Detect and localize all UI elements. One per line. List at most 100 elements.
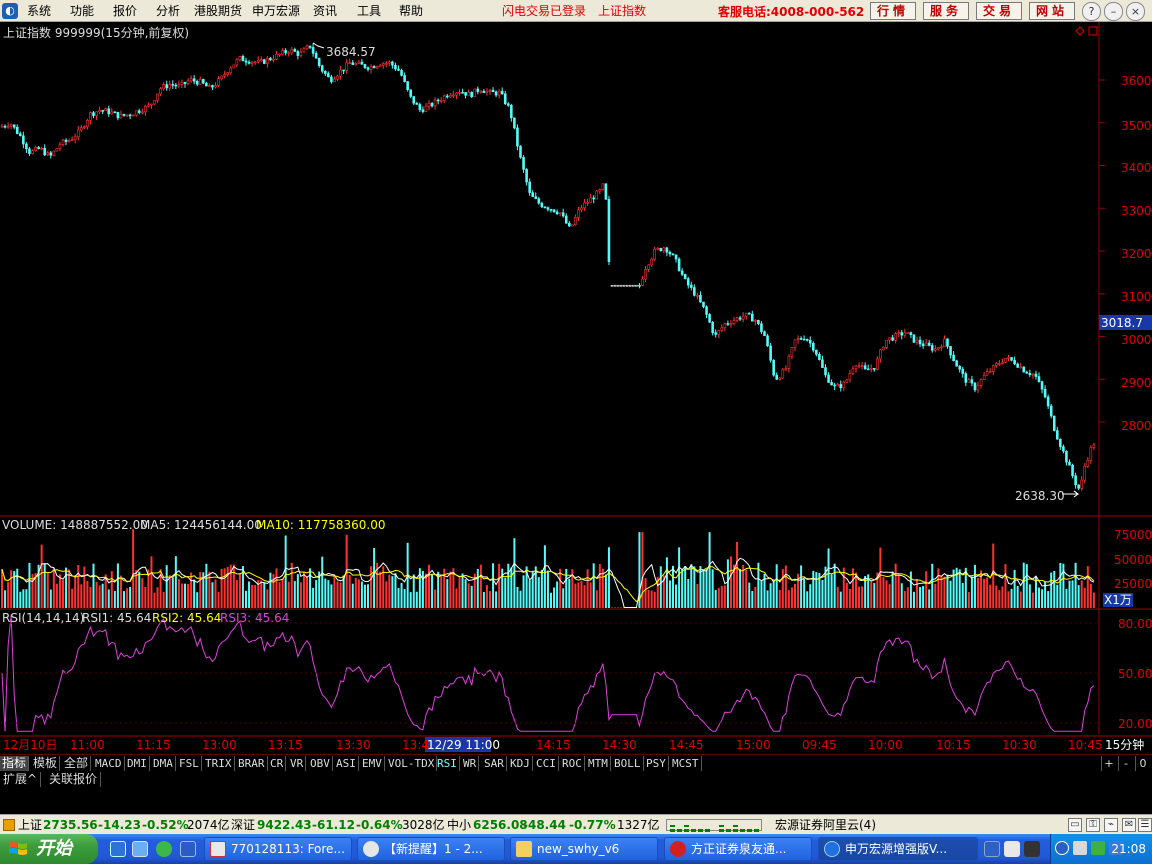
- kline-chart[interactable]: [0, 22, 1152, 756]
- candle-body: [455, 92, 458, 96]
- task-swhy[interactable]: 申万宏源增强版V...: [818, 837, 978, 861]
- volume-bar: [7, 582, 10, 608]
- volume-bar: [784, 565, 787, 608]
- tab-vr[interactable]: VR: [288, 756, 307, 771]
- remove-indicator-button[interactable]: -: [1118, 756, 1133, 771]
- menu-analysis[interactable]: 分析: [156, 3, 180, 19]
- tab-kdj[interactable]: KDJ: [508, 756, 533, 771]
- tab-emv[interactable]: EMV: [360, 756, 385, 771]
- tray-network-icon[interactable]: [984, 841, 1000, 857]
- ticker-window-icon[interactable]: ▭: [1068, 818, 1082, 832]
- tab-dma[interactable]: DMA: [151, 756, 176, 771]
- tab-dmi[interactable]: DMI: [125, 756, 150, 771]
- swhy-icon: [824, 841, 840, 857]
- add-indicator-button[interactable]: +: [1101, 756, 1116, 771]
- candle-body: [665, 247, 669, 253]
- tab-template[interactable]: 模板: [31, 756, 61, 771]
- tray-shield-icon[interactable]: [1091, 841, 1105, 855]
- nav-quotes-button[interactable]: 行情: [870, 2, 916, 20]
- close-icon[interactable]: ×: [1126, 2, 1145, 21]
- tab-vol-tdx[interactable]: VOL-TDX: [386, 756, 438, 771]
- volume-bar: [409, 592, 412, 608]
- tab-related-quotes[interactable]: 关联报价: [46, 772, 102, 787]
- menu-help[interactable]: 帮助: [399, 3, 423, 19]
- volume-bar: [144, 586, 147, 608]
- candle-body: [323, 70, 327, 74]
- menu-tools[interactable]: 工具: [357, 3, 381, 19]
- sz-index-name[interactable]: 深证: [231, 817, 255, 833]
- volume-bar: [379, 571, 382, 608]
- minimize-icon[interactable]: –: [1104, 2, 1123, 21]
- task-folder[interactable]: new_swhy_v6: [510, 837, 658, 861]
- candle-body: [305, 45, 309, 50]
- tab-cci[interactable]: CCI: [534, 756, 559, 771]
- volume-bar: [1065, 588, 1068, 608]
- nav-trade-button[interactable]: 交易: [976, 2, 1022, 20]
- volume-bar: [830, 574, 833, 608]
- menu-hk-futures[interactable]: 港股期货: [194, 3, 242, 19]
- volume-bar: [678, 547, 681, 608]
- tab-boll[interactable]: BOLL: [612, 756, 644, 771]
- tray-display-icon[interactable]: [1073, 841, 1087, 855]
- task-reminder[interactable]: 【新提醒】1 - 2...: [357, 837, 505, 861]
- candle-body: [494, 91, 498, 96]
- tab-psy[interactable]: PSY: [644, 756, 669, 771]
- tray-collapse-icon[interactable]: [1055, 841, 1069, 855]
- menu-swhy[interactable]: 申万宏源: [252, 3, 300, 19]
- nav-service-button[interactable]: 服务: [923, 2, 969, 20]
- tab-rsi[interactable]: RSI: [435, 756, 460, 771]
- ticker-menu-icon[interactable]: [3, 819, 15, 831]
- sh-index-name[interactable]: 上证: [18, 817, 42, 833]
- show-desktop-icon[interactable]: [180, 841, 196, 857]
- menu-function[interactable]: 功能: [70, 3, 94, 19]
- signal-icon[interactable]: ⌁: [1104, 818, 1118, 832]
- desktop-icon[interactable]: [132, 841, 148, 857]
- reset-indicator-button[interactable]: 0: [1135, 756, 1150, 771]
- volume-bar: [116, 563, 119, 608]
- tab-mtm[interactable]: MTM: [586, 756, 611, 771]
- tray-help-icon[interactable]: [1004, 841, 1020, 857]
- ticker-lock-icon[interactable]: ⚿: [1086, 818, 1100, 832]
- candle-body: [150, 103, 153, 106]
- tab-cr[interactable]: CR: [268, 756, 287, 771]
- tab-expand[interactable]: 扩展^: [0, 772, 42, 787]
- ie-icon[interactable]: [110, 841, 126, 857]
- tab-indicator[interactable]: 指标: [0, 756, 30, 771]
- tray-app-icon[interactable]: [1024, 841, 1040, 857]
- ticker-chat-icon[interactable]: ✉: [1122, 818, 1136, 832]
- nav-website-button[interactable]: 网站: [1029, 2, 1075, 20]
- volume-bar: [476, 568, 479, 608]
- period-selector[interactable]: 15分钟: [1105, 738, 1144, 752]
- ticker-settings-icon[interactable]: ☰: [1138, 818, 1152, 832]
- candle-body: [302, 48, 306, 53]
- task-forex[interactable]: 770128113: Fore...: [204, 837, 352, 861]
- tab-mcst[interactable]: MCST: [670, 756, 702, 771]
- menu-system[interactable]: 系统: [27, 3, 51, 19]
- start-button[interactable]: 开始: [0, 834, 98, 864]
- menu-quote[interactable]: 报价: [113, 3, 137, 19]
- tab-macd[interactable]: MACD: [93, 756, 125, 771]
- candlestick-series: [0, 43, 1096, 491]
- help-icon[interactable]: ?: [1082, 2, 1101, 21]
- candle-body: [955, 360, 958, 367]
- tab-obv[interactable]: OBV: [308, 756, 333, 771]
- tab-wr[interactable]: WR: [461, 756, 480, 771]
- candle-body: [961, 368, 965, 374]
- volume-bar: [714, 589, 717, 608]
- app-logo-icon[interactable]: ◐: [2, 3, 18, 19]
- tab-all[interactable]: 全部: [62, 756, 92, 771]
- tab-fsl[interactable]: FSL: [177, 756, 202, 771]
- tab-brar[interactable]: BRAR: [236, 756, 268, 771]
- tab-asi[interactable]: ASI: [334, 756, 359, 771]
- menu-news[interactable]: 资讯: [313, 3, 337, 19]
- candle-body: [141, 111, 144, 114]
- browser-icon[interactable]: [156, 841, 172, 857]
- task-fangzheng[interactable]: 方正证券泉友通...: [664, 837, 812, 861]
- volume-bar: [190, 572, 193, 608]
- server-name[interactable]: 宏源证券阿里云(4): [775, 817, 876, 833]
- tab-roc[interactable]: ROC: [560, 756, 585, 771]
- volume-bar: [556, 581, 559, 608]
- zx-index-name[interactable]: 中小: [447, 817, 471, 833]
- tab-sar[interactable]: SAR: [482, 756, 507, 771]
- tab-trix[interactable]: TRIX: [203, 756, 235, 771]
